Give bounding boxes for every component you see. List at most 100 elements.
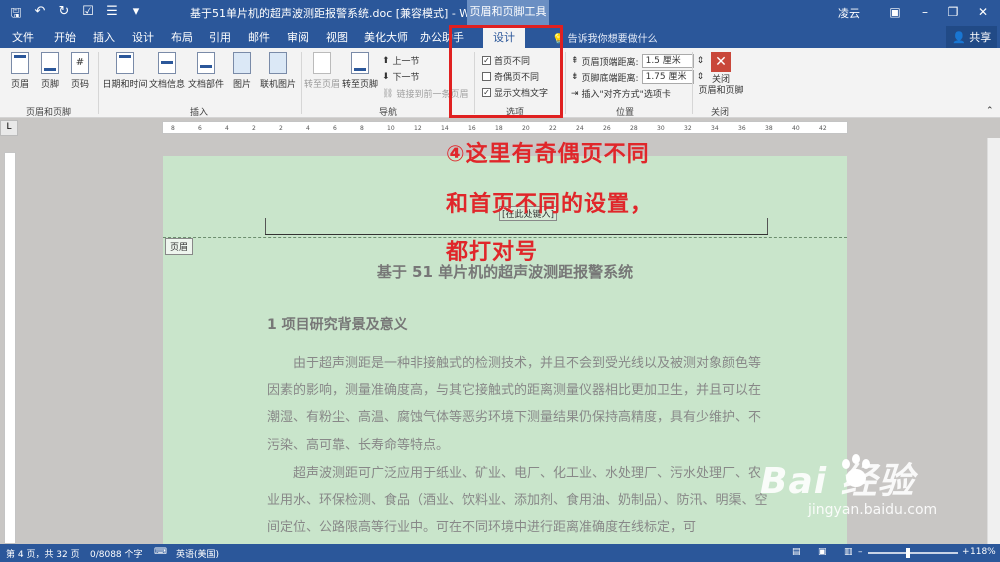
tab-mailings[interactable]: 邮件	[248, 29, 270, 45]
ruler-tick: 8	[171, 125, 175, 132]
undo-icon[interactable]: ↶	[32, 4, 48, 26]
footer-distance-icon: ⇟	[571, 72, 579, 82]
tab-view[interactable]: 视图	[326, 29, 348, 45]
share-button[interactable]: 👤 共享	[946, 26, 998, 48]
read-mode-icon[interactable]: ▤	[792, 547, 801, 557]
annotation-line-2: 和首页不同的设置，	[446, 192, 654, 217]
online-picture-button[interactable]: 联机图片	[258, 52, 298, 90]
tab-references[interactable]: 引用	[209, 29, 231, 45]
link-icon: ⛓	[382, 88, 394, 99]
context-tab-header: 页眉和页脚工具	[467, 0, 549, 26]
ruler-tick: 2	[279, 125, 283, 132]
web-layout-icon[interactable]: ▥	[844, 547, 853, 557]
close-window-icon[interactable]: ✕	[968, 2, 998, 24]
customize-icon[interactable]: ▾	[128, 4, 144, 26]
annotation-line-3: 都打对号	[446, 240, 539, 265]
quick-parts-button[interactable]: 文档部件	[187, 52, 225, 90]
ruler-tick: 14	[441, 125, 449, 132]
header-distance-input[interactable]: 1.5 厘米	[641, 54, 694, 68]
footer-distance-input[interactable]: 1.75 厘米	[641, 70, 694, 84]
collapse-ribbon-icon[interactable]: ⌃	[986, 106, 994, 116]
zoom-slider-knob[interactable]	[906, 548, 910, 558]
proofing-icon[interactable]: ⌨	[154, 547, 167, 557]
baidu-paw-icon	[842, 454, 870, 487]
separator	[301, 52, 302, 114]
restore-icon[interactable]: ❐	[938, 2, 968, 24]
header-button[interactable]: 页眉	[6, 52, 34, 90]
page-count[interactable]: 第 4 页，共 32 页	[6, 547, 80, 560]
word-count[interactable]: 0/8088 个字	[90, 547, 143, 560]
goto-header-button[interactable]: 转至页眉	[304, 52, 340, 90]
page-number-icon: #	[71, 52, 89, 74]
user-name[interactable]: 凌云	[838, 5, 860, 21]
ruler-tick: 4	[225, 125, 229, 132]
quick-parts-icon	[197, 52, 215, 74]
close-header-footer-button[interactable]: ✕ 关闭 页眉和页脚	[696, 52, 746, 97]
online-picture-icon	[269, 52, 287, 74]
header-icon	[11, 52, 29, 74]
status-bar: 第 4 页，共 32 页 0/8088 个字 ⌨ 英语(美国) ▤ ▣ ▥ – …	[0, 544, 1000, 562]
language[interactable]: 英语(美国)	[176, 547, 219, 560]
ruler-tick: 26	[603, 125, 611, 132]
header-tag: 页眉	[165, 238, 194, 255]
highlight-box	[449, 25, 563, 118]
ruler-tick: 18	[495, 125, 503, 132]
doc-info-button[interactable]: 文档信息	[148, 52, 186, 90]
document-title: 基于51单片机的超声波测距报警系统.doc [兼容模式] - Word	[190, 7, 488, 20]
save-icon[interactable]: 🖫	[8, 4, 24, 26]
header-top-distance: ⇞ 页眉顶端距离: 1.5 厘米 ⇕	[571, 54, 705, 68]
picture-button[interactable]: 图片	[228, 52, 256, 90]
goto-footer-icon	[351, 52, 369, 74]
separator	[692, 52, 693, 114]
insert-alignment-tab-button[interactable]: ⇥ 插入"对齐方式"选项卡	[571, 87, 671, 101]
header-distance-icon: ⇞	[571, 56, 579, 66]
calendar-icon	[116, 52, 134, 74]
date-time-button[interactable]: 日期和时间	[102, 52, 148, 90]
redo-icon[interactable]: ↻	[56, 4, 72, 26]
align-tab-icon: ⇥	[571, 88, 579, 99]
tab-insert[interactable]: 插入	[93, 29, 115, 45]
tab-beautify[interactable]: 美化大师	[364, 29, 408, 45]
ruler-tick: 22	[549, 125, 557, 132]
horizontal-ruler[interactable]: 8 6 4 2 2 4 6 8 10 12 14 16 18 20 22 24 26 28 30 32 34 36 38 40…	[162, 121, 848, 134]
quick-access-toolbar: 🖫 ↶ ↻ ☑ ☰ ▾	[8, 4, 144, 26]
goto-header-icon	[313, 52, 331, 74]
header-margin-mark	[767, 218, 768, 234]
ruler-tick: 6	[198, 125, 202, 132]
footer-button[interactable]: 页脚	[36, 52, 64, 90]
tab-selector[interactable]: L	[0, 120, 18, 136]
group-label-position: 位置	[616, 108, 635, 118]
ruler-tick: 38	[765, 125, 773, 132]
page-number-button[interactable]: # 页码	[66, 52, 94, 90]
goto-footer-button[interactable]: 转至页脚	[342, 52, 378, 90]
next-section-button[interactable]: ⬇ 下一节	[382, 70, 420, 84]
zoom-slider[interactable]	[868, 552, 958, 554]
tell-me-search[interactable]: 💡 告诉我你想要做什么	[552, 30, 658, 45]
zoom-level[interactable]: 118%	[970, 547, 996, 557]
checkbox-icon[interactable]: ☑	[80, 4, 96, 26]
arrow-down-icon: ⬇	[382, 71, 390, 82]
ruler-tick: 36	[738, 125, 746, 132]
tab-file[interactable]: 文件	[12, 29, 34, 45]
previous-section-button[interactable]: ⬆ 上一节	[382, 54, 420, 68]
vertical-ruler[interactable]	[4, 152, 16, 544]
separator	[98, 52, 99, 114]
paragraph-2: 超声波测距可广泛应用于纸业、矿业、电厂、化工业、水处理厂、污水处理厂、农业用水、…	[267, 466, 768, 536]
tab-review[interactable]: 审阅	[287, 29, 309, 45]
tab-home[interactable]: 开始	[54, 29, 76, 45]
group-label-insert: 插入	[190, 108, 209, 118]
footer-bottom-distance: ⇟ 页脚底端距离: 1.75 厘米 ⇕	[571, 70, 705, 84]
minimize-icon[interactable]: –	[910, 2, 940, 24]
zoom-in-icon[interactable]: +	[962, 547, 970, 557]
ruler-tick: 8	[360, 125, 364, 132]
doc-info-icon	[158, 52, 176, 74]
tab-layout[interactable]: 布局	[171, 29, 193, 45]
ruler-tick: 42	[819, 125, 827, 132]
tab-design-doc[interactable]: 设计	[132, 29, 154, 45]
list-icon[interactable]: ☰	[104, 4, 120, 26]
ruler-tick: 28	[630, 125, 638, 132]
print-layout-icon[interactable]: ▣	[818, 547, 827, 557]
ribbon-display-icon[interactable]: ▣	[880, 2, 910, 24]
vertical-scrollbar[interactable]	[987, 138, 1000, 544]
zoom-out-icon[interactable]: –	[858, 547, 863, 557]
